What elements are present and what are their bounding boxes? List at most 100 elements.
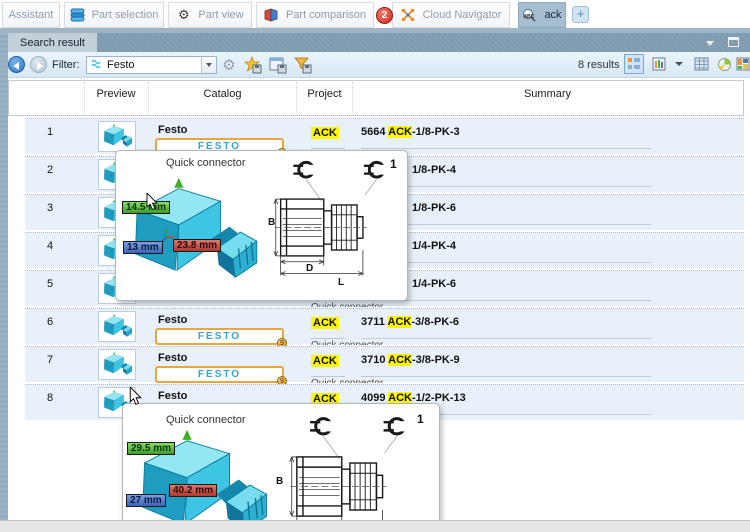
catalog-name: Festo <box>158 390 187 402</box>
tab-label: Cloud Navigator <box>423 9 502 21</box>
new-search-tab-button[interactable]: + <box>572 6 589 23</box>
summary-text: 1/4-PK-4 <box>412 240 456 252</box>
summary-text: 3711 ACK-3/8-PK-6 <box>361 316 459 328</box>
tab-part-comparison[interactable]: Part comparison <box>256 2 374 28</box>
part-preview-thumbnail[interactable] <box>98 311 136 342</box>
tab-assistant[interactable]: Assistant <box>2 2 60 28</box>
part-preview-thumbnail[interactable] <box>98 349 136 380</box>
divider <box>361 338 651 339</box>
part-preview-tooltip: Quick connector 29.5 mm 40.2 mm 27 mm 1 … <box>122 403 440 532</box>
thumbnail-view-icon <box>652 57 666 71</box>
settings-gear-button[interactable]: ⚙ <box>220 56 238 74</box>
tab-label: Assistant <box>9 9 54 21</box>
gear-icon: ⚙ <box>176 8 191 23</box>
project-description-clipped: Quick connector <box>311 302 383 307</box>
column-divider <box>84 82 85 114</box>
forward-button[interactable] <box>30 56 47 73</box>
column-header-catalog[interactable]: Catalog <box>148 88 297 100</box>
table-row[interactable]: 6 Festo FESTO 9 ACK Quick connector 3711… <box>25 308 744 344</box>
part-3d-render <box>119 169 264 297</box>
table-row[interactable]: 1 Festo FESTO 9 ACK Quick connector 5664… <box>25 118 744 154</box>
table-view-button[interactable] <box>691 54 711 74</box>
divider <box>361 148 651 149</box>
row-number: 4 <box>35 240 65 252</box>
star-save-icon <box>244 56 262 74</box>
dimension-label-blue: 13 mm <box>123 241 163 254</box>
row-number: 5 <box>35 278 65 290</box>
dimension-label-blue: 27 mm <box>126 494 166 507</box>
forward-arrow-icon <box>37 62 43 70</box>
divider <box>311 376 345 377</box>
project-description-clipped: Quick connector <box>311 378 383 383</box>
row-number: 2 <box>35 164 65 176</box>
tab-cloud-navigator[interactable]: Cloud Navigator <box>392 2 510 28</box>
list-view-icon <box>627 57 641 71</box>
filter-value: Festo <box>107 59 135 71</box>
catalog-name: Festo <box>158 124 187 136</box>
column-header-preview[interactable]: Preview <box>84 88 148 100</box>
tooltip-title: Quick connector <box>166 157 245 169</box>
filter-combobox[interactable]: Festo <box>86 56 217 74</box>
technical-drawing <box>273 412 435 532</box>
summary-text: 1/8-PK-6 <box>412 202 456 214</box>
panel-titlebar <box>0 33 750 52</box>
row-number: 3 <box>35 202 65 214</box>
panel-save-icon <box>269 56 287 74</box>
project-name-highlighted: ACK <box>311 317 339 329</box>
mouse-cursor <box>129 387 142 406</box>
festo-logo: FESTO 9 <box>155 328 284 345</box>
summary-text: 5664 ACK-1/8-PK-3 <box>361 126 460 138</box>
panel-menu-caret-icon[interactable] <box>706 41 714 46</box>
classification-view-button[interactable] <box>714 54 734 74</box>
tab-part-selection[interactable]: Part selection <box>64 2 164 28</box>
summary-text: 1/8-PK-4 <box>412 164 456 176</box>
tab-part-view[interactable]: ⚙ Part view <box>168 2 252 28</box>
project-description-clipped: Quick connector <box>311 340 383 345</box>
tab-label: Part comparison <box>286 9 366 21</box>
save-result-button[interactable] <box>269 56 287 74</box>
search-result-panel-tab[interactable]: Search result <box>8 33 97 52</box>
thumbnail-view-button[interactable] <box>649 54 669 74</box>
row-number: 1 <box>35 126 65 138</box>
thumbnail-view-caret-icon[interactable] <box>675 62 683 66</box>
list-view-button[interactable] <box>624 54 644 74</box>
tab-ack-active[interactable]: ABC ack <box>518 2 566 28</box>
parts-stack-icon <box>70 8 85 23</box>
divider <box>361 376 651 377</box>
summary-text: 3710 ACK-3/8-PK-9 <box>361 354 460 366</box>
search-abc-icon: ABC <box>522 8 537 23</box>
back-button[interactable] <box>8 56 25 73</box>
tooltip-title: Quick connector <box>166 414 245 426</box>
tab-label: Part selection <box>92 9 159 21</box>
dimension-label-green: 29.5 mm <box>127 442 175 455</box>
row-number: 6 <box>35 316 65 328</box>
column-divider <box>296 82 297 114</box>
panel-maximize-icon[interactable] <box>728 37 739 47</box>
wrench-count-badge: 1 <box>417 412 424 426</box>
festo-logo-text: FESTO <box>198 331 241 342</box>
mosaic-view-button[interactable] <box>733 54 750 74</box>
filter-dropdown-button[interactable] <box>201 57 216 73</box>
part-thumbnail-icon <box>100 351 134 378</box>
dimension-letter-d: D <box>306 263 313 274</box>
part-preview-thumbnail[interactable] <box>98 121 136 152</box>
catalog-name: Festo <box>158 352 187 364</box>
save-filter-button[interactable] <box>294 56 312 74</box>
column-header-project[interactable]: Project <box>297 88 352 100</box>
tab-label: Part view <box>198 9 243 21</box>
festo-logo: FESTO 9 <box>155 366 284 383</box>
summary-text: 1/4-PK-6 <box>412 278 456 290</box>
project-name-highlighted: ACK <box>311 355 339 367</box>
abc-glyph: ABC <box>523 14 534 20</box>
divider <box>311 338 345 339</box>
mouse-cursor <box>146 193 158 211</box>
filter-label: Filter: <box>52 59 80 71</box>
table-row[interactable]: 7 Festo FESTO 9 ACK Quick connector 3710… <box>25 346 744 382</box>
dimension-letter-l: L <box>338 277 344 288</box>
column-header-summary[interactable]: Summary <box>352 88 743 100</box>
save-search-favorite-button[interactable] <box>244 56 262 74</box>
project-name-highlighted: ACK <box>311 127 339 139</box>
table-view-icon <box>694 57 709 71</box>
part-thumbnail-icon <box>100 123 134 150</box>
compare-icon <box>264 8 279 23</box>
